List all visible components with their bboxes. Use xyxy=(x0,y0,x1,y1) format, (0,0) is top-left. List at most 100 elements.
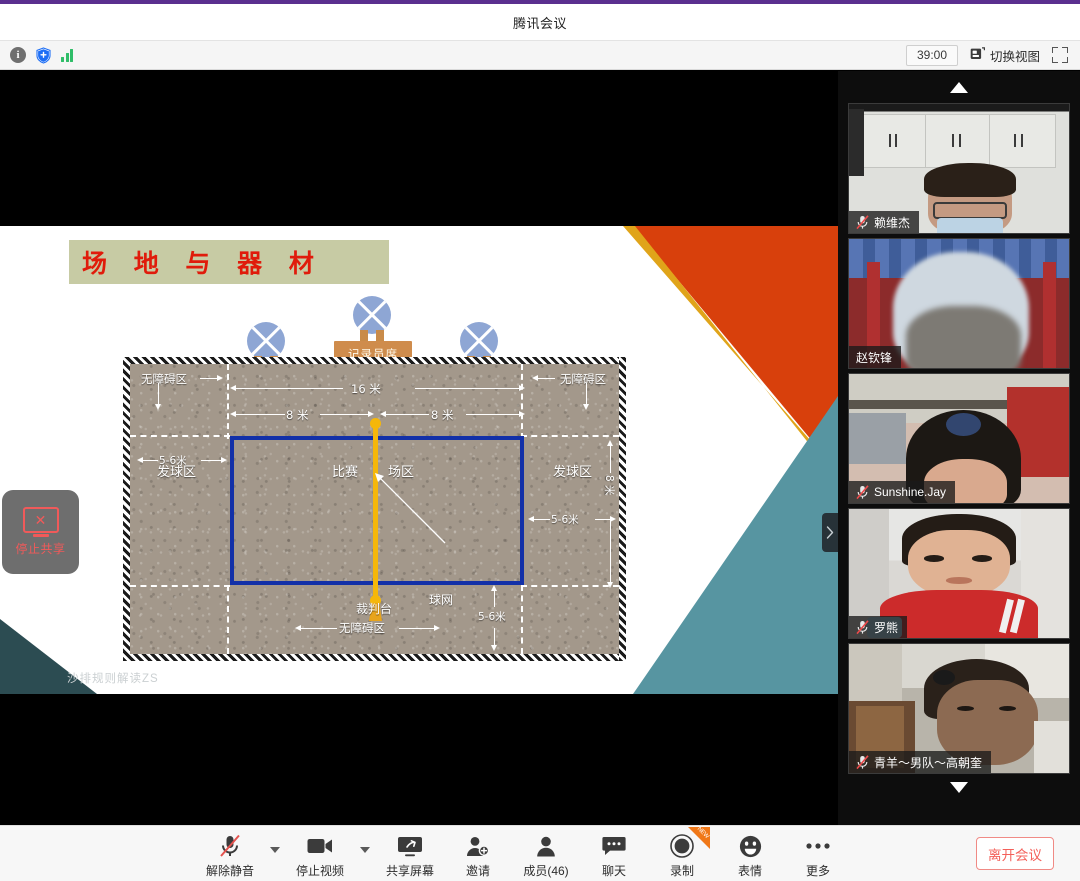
participant-name: 赵钦锋 xyxy=(856,350,893,365)
participant-name: 赖维杰 xyxy=(874,215,911,230)
participant-name: 罗熊 xyxy=(874,620,899,635)
participants-button[interactable]: 成员(46) xyxy=(512,828,580,879)
net-leader-line xyxy=(375,473,446,544)
fullscreen-icon[interactable] xyxy=(1052,47,1068,63)
dim56R-line-b xyxy=(595,519,611,520)
dim8R-line-a xyxy=(385,414,429,415)
freezone-dash-left-bottom xyxy=(227,585,229,654)
network-signal-icon[interactable] xyxy=(61,48,73,62)
shared-content-stage: 场 地 与 器 材 记录员席 16 米 8 米 8 米 无障碍区 无障碍区 5-… xyxy=(0,71,838,825)
chat-button[interactable]: 聊天 xyxy=(580,828,648,879)
dim8V-line-a xyxy=(610,445,611,473)
freezone-dash-right-bottom xyxy=(521,585,523,654)
dim-8m-vertical-label: 8 米 xyxy=(603,475,615,496)
more-dots-icon xyxy=(805,833,831,859)
participants-label: 成员(46) xyxy=(523,864,569,878)
freezoneB-arrow-right xyxy=(434,625,440,631)
leave-meeting-button[interactable]: 离开会议 xyxy=(976,837,1054,870)
shared-slide: 场 地 与 器 材 记录员席 16 米 8 米 8 米 无障碍区 无障碍区 5-… xyxy=(0,226,838,694)
court-hatch-top xyxy=(123,357,626,364)
window-title: 腾讯会议 xyxy=(512,15,567,31)
scroll-up-button[interactable] xyxy=(838,71,1080,103)
more-button[interactable]: 更多 xyxy=(784,828,852,879)
mute-toggle-button[interactable]: 解除静音 xyxy=(196,828,264,879)
dim8V-arrow-down xyxy=(607,582,613,588)
court-diagram: 16 米 8 米 8 米 无障碍区 无障碍区 5-6米 5-6米 8 米 5-6… xyxy=(123,357,626,661)
freezone-left-arrow xyxy=(217,375,223,381)
participant-tile[interactable]: 青羊～男队～高朝奎 xyxy=(848,643,1070,774)
collapse-panel-handle[interactable] xyxy=(822,513,838,552)
freezone-bottom-label: 无障碍区 xyxy=(339,621,385,635)
security-shield-icon[interactable] xyxy=(35,46,52,64)
freezoneB-line-b xyxy=(399,628,435,629)
linesman-right xyxy=(460,322,498,369)
status-icons-group: i xyxy=(0,46,73,64)
participant-tile[interactable]: 赖维杰 xyxy=(848,103,1070,234)
dim8R-line-b xyxy=(466,414,519,415)
info-icon[interactable]: i xyxy=(10,47,26,63)
linesman-left xyxy=(247,322,285,369)
participant-tile[interactable]: 罗熊 xyxy=(848,508,1070,639)
emoji-icon xyxy=(739,833,762,859)
dim-16m-label: 16 米 xyxy=(351,382,381,396)
mic-muted-icon xyxy=(856,754,869,770)
more-label: 更多 xyxy=(805,864,830,878)
chevron-up-icon xyxy=(950,81,968,93)
freezone-dash-left-top xyxy=(227,364,229,439)
participants-icon xyxy=(535,833,557,859)
slide-title: 场 地 与 器 材 xyxy=(82,249,323,278)
umbrella-icon xyxy=(247,322,285,360)
dim8V-arrow-up xyxy=(607,440,613,446)
participant-name-chip: Sunshine.Jay xyxy=(849,481,956,503)
invite-label: 邀请 xyxy=(465,864,490,878)
umbrella-icon xyxy=(460,322,498,360)
screen-share-icon xyxy=(397,833,423,859)
video-options-caret[interactable] xyxy=(354,828,376,853)
record-icon xyxy=(670,833,694,859)
audio-options-caret[interactable] xyxy=(264,828,286,853)
freezone-right-vert-line xyxy=(586,383,587,405)
dim56L-line-b xyxy=(201,460,222,461)
video-toggle-label: 停止视频 xyxy=(295,864,344,878)
participant-tile[interactable]: Sunshine.Jay xyxy=(848,373,1070,504)
freezone-dash-h-right xyxy=(521,435,619,437)
switch-view-button[interactable]: 切换视图 xyxy=(970,46,1040,65)
invite-button[interactable]: 邀请 xyxy=(444,828,512,879)
dim56B-arrow-down xyxy=(491,645,497,651)
participant-tile[interactable]: 赵钦锋 xyxy=(848,238,1070,369)
mic-off-icon xyxy=(219,833,241,859)
toolbar-right-group: 39:00 切换视图 xyxy=(905,44,1080,66)
meeting-status-toolbar: i 39:00 切换视图 xyxy=(0,40,1080,70)
serve-zone-left-label: 发球区 xyxy=(157,465,197,480)
dim8L-arrow-left xyxy=(230,411,236,417)
freezone-dash-h-left xyxy=(130,435,230,437)
chat-label: 聊天 xyxy=(601,864,626,878)
stop-share-button[interactable]: ✕ 停止共享 xyxy=(2,490,79,574)
scroll-down-button[interactable] xyxy=(838,771,1080,803)
dim16-arrow-left xyxy=(230,385,236,391)
meeting-timer: 39:00 xyxy=(905,44,958,66)
meeting-window: 腾讯会议 i 39:00 切换视图 场 地 与 器 材 记录员席 16 米 8 … xyxy=(0,0,1080,881)
stop-share-label: 停止共享 xyxy=(15,542,66,556)
share-screen-button[interactable]: 共享屏幕 xyxy=(376,828,444,879)
mic-muted-icon xyxy=(856,619,869,635)
freezone-left-vert-line xyxy=(158,383,159,405)
participant-name: 青羊～男队～高朝奎 xyxy=(874,755,983,770)
net-label: 球网 xyxy=(429,593,454,607)
dim8L-line-b xyxy=(320,414,368,415)
mic-muted-icon xyxy=(856,214,869,230)
freezoneB-line-a xyxy=(301,628,337,629)
freezone-right-arrow xyxy=(532,375,538,381)
emoji-button[interactable]: 表情 xyxy=(716,828,784,879)
play-area-label-a: 比赛 xyxy=(332,465,359,480)
dim56R-line-a xyxy=(533,519,550,520)
mute-toggle-label: 解除静音 xyxy=(205,864,254,878)
record-button[interactable]: NEW 录制 xyxy=(648,827,716,879)
meeting-controls-bar: 解除静音 停止视频 共享屏幕 邀请 成员(46) 聊天 NEW 录制 表情 更多… xyxy=(0,825,1080,881)
dim8R-arrow-right xyxy=(519,411,525,417)
freezone-left-label: 无障碍区 xyxy=(141,372,187,386)
dim8L-arrow-right xyxy=(368,411,374,417)
dim56B-line-a xyxy=(494,591,495,607)
video-toggle-button[interactable]: 停止视频 xyxy=(286,828,354,879)
participant-tiles: 赖维杰 赵钦锋 Sunshine.Jay 罗熊 青羊～男队～高朝奎 xyxy=(838,103,1080,793)
